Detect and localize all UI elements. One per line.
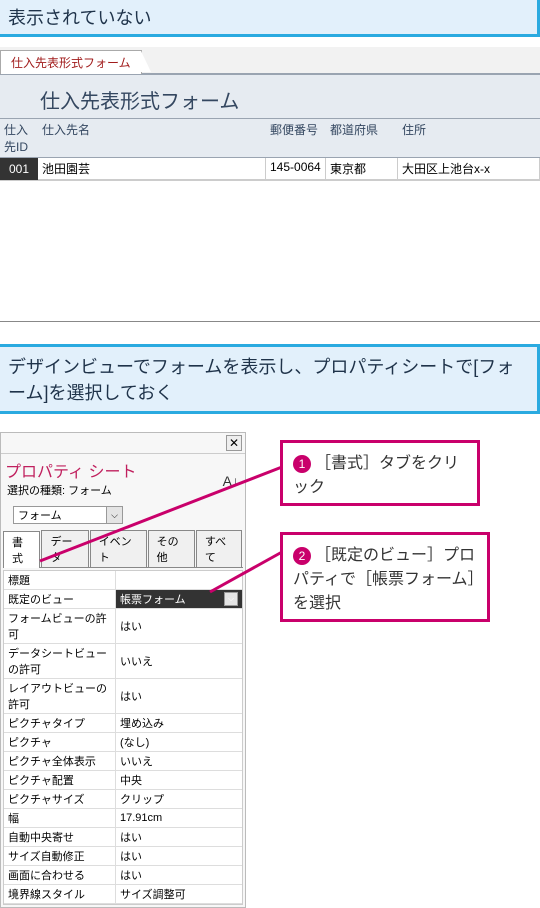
callout-2: 2［既定のビュー］プロパティで［帳票フォーム］を選択 [280,532,490,622]
property-name: サイズ自動修正 [4,847,116,865]
col-pref: 都道府県 [326,119,398,157]
property-list: 標題既定のビュー帳票フォーム⌵フォームビューの許可はいデータシートビューの許可い… [3,570,243,905]
object-selector[interactable]: フォーム ⌵ [13,506,123,524]
cell-pref[interactable]: 東京都 [326,158,398,180]
sort-icon[interactable]: A↓ [223,473,239,489]
property-value[interactable]: いいえ [116,644,242,678]
form-title: 仕入先表形式フォーム [0,73,540,119]
callout-1-text: ［書式］タブをクリック [293,455,459,496]
property-name: 幅 [4,809,116,827]
property-value[interactable]: はい [116,679,242,713]
property-name: 既定のビュー [4,590,116,608]
row-selector[interactable]: 001 [0,158,38,180]
property-name: 自動中央寄せ [4,828,116,846]
property-name: ピクチャ全体表示 [4,752,116,770]
property-name: ピクチャ配置 [4,771,116,789]
col-zip: 郵便番号 [266,119,326,157]
property-row[interactable]: 画面に合わせるはい [4,866,242,885]
property-name: 画面に合わせる [4,866,116,884]
property-name: ピクチャサイズ [4,790,116,808]
property-sheet-title: プロパティ シート [1,454,245,482]
property-row[interactable]: レイアウトビューの許可はい [4,679,242,714]
cell-addr[interactable]: 大田区上池台x-x [398,158,540,180]
chevron-down-icon[interactable]: ⌵ [224,592,238,606]
cell-zip[interactable]: 145-0064 [266,158,326,180]
property-value[interactable]: はい [116,828,242,846]
property-row[interactable]: 既定のビュー帳票フォーム⌵ [4,590,242,609]
object-selector-value: フォーム [14,507,106,523]
form-view: 仕入先表形式フォーム 仕入先表形式フォーム 仕入先ID 仕入先名 郵便番号 都道… [0,47,540,181]
lower-section: ✕ プロパティ シート 選択の種類: フォーム A↓ フォーム ⌵ 書式 データ… [0,432,540,908]
property-row[interactable]: ピクチャ全体表示いいえ [4,752,242,771]
callout-1-num: 1 [293,455,311,473]
property-row[interactable]: サイズ自動修正はい [4,847,242,866]
property-row[interactable]: 境界線スタイルサイズ調整可 [4,885,242,904]
table-row[interactable]: 001 池田園芸 145-0064 東京都 大田区上池台x-x [0,158,540,181]
property-row[interactable]: ピクチャタイプ埋め込み [4,714,242,733]
property-value[interactable]: クリップ [116,790,242,808]
property-value[interactable]: はい [116,866,242,884]
property-name: 標題 [4,571,116,589]
property-value[interactable]: 17.91cm [116,809,242,827]
top-note: 表示されていない [0,0,540,37]
property-tabs: 書式 データ イベント その他 すべて [3,530,243,568]
property-name: データシートビューの許可 [4,644,116,678]
property-row[interactable]: 自動中央寄せはい [4,828,242,847]
property-row[interactable]: 幅17.91cm [4,809,242,828]
tab-bar: 仕入先表形式フォーム [0,47,540,73]
property-row[interactable]: ピクチャ配置中央 [4,771,242,790]
property-sheet-subtitle: 選択の種類: フォーム [1,482,245,504]
callout-2-text: ［既定のビュー］プロパティで［帳票フォーム］を選択 [293,547,476,612]
tab-event[interactable]: イベント [90,530,147,567]
property-row[interactable]: 標題 [4,571,242,590]
property-value[interactable]: 帳票フォーム⌵ [116,590,242,608]
cell-name[interactable]: 池田園芸 [38,158,266,180]
property-row[interactable]: フォームビューの許可はい [4,609,242,644]
property-value[interactable]: 埋め込み [116,714,242,732]
property-name: 境界線スタイル [4,885,116,903]
tab-format[interactable]: 書式 [3,531,40,568]
property-value[interactable]: (なし) [116,733,242,751]
chevron-down-icon[interactable]: ⌵ [106,507,122,523]
property-row[interactable]: ピクチャサイズクリップ [4,790,242,809]
col-addr: 住所 [398,119,540,157]
col-name: 仕入先名 [38,119,266,157]
step-note: デザインビューでフォームを表示し、プロパティシートで[フォーム]を選択しておく [0,344,540,414]
form-tab[interactable]: 仕入先表形式フォーム [0,50,142,74]
property-name: レイアウトビューの許可 [4,679,116,713]
property-name: ピクチャタイプ [4,714,116,732]
property-row[interactable]: データシートビューの許可いいえ [4,644,242,679]
property-value[interactable]: サイズ調整可 [116,885,242,903]
column-headers: 仕入先ID 仕入先名 郵便番号 都道府県 住所 [0,119,540,158]
property-value[interactable]: 中央 [116,771,242,789]
tab-other[interactable]: その他 [148,530,195,567]
property-name: ピクチャ [4,733,116,751]
callout-2-num: 2 [293,547,311,565]
section-divider [0,321,540,322]
property-sheet: ✕ プロパティ シート 選択の種類: フォーム A↓ フォーム ⌵ 書式 データ… [0,432,246,908]
property-value[interactable]: はい [116,847,242,865]
tab-all[interactable]: すべて [196,530,242,567]
col-id: 仕入先ID [0,119,38,157]
property-name: フォームビューの許可 [4,609,116,643]
property-row[interactable]: ピクチャ(なし) [4,733,242,752]
property-value[interactable]: いいえ [116,752,242,770]
property-value[interactable]: はい [116,609,242,643]
callout-1: 1［書式］タブをクリック [280,440,480,506]
tab-data[interactable]: データ [41,530,88,567]
close-icon[interactable]: ✕ [226,435,242,451]
property-value[interactable] [116,571,242,589]
